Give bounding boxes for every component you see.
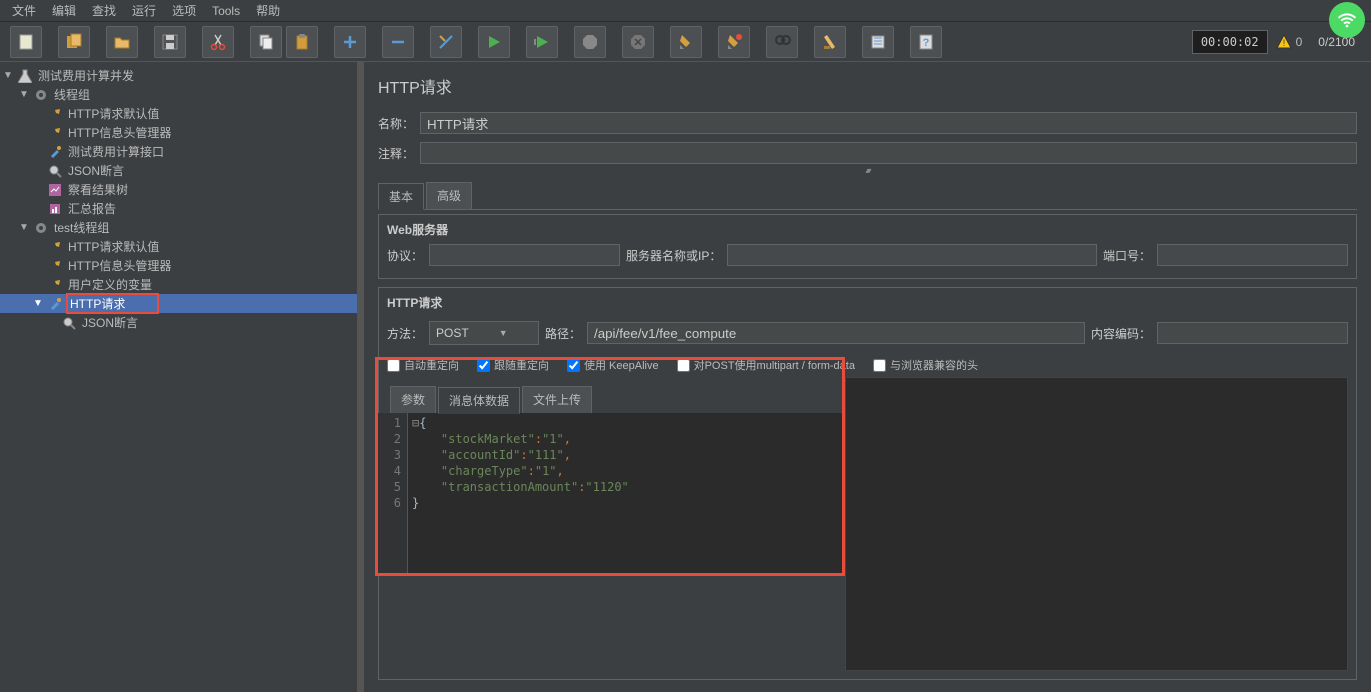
tree-thread-group-2[interactable]: test线程组	[52, 218, 111, 237]
webserver-group-title: Web服务器	[387, 221, 1348, 238]
tree-item[interactable]: 测试费用计算接口	[66, 142, 166, 161]
pipette-icon	[47, 144, 63, 160]
tree-item[interactable]: 察看结果树	[66, 180, 130, 199]
name-input[interactable]	[420, 112, 1357, 134]
wrench-icon	[47, 239, 63, 255]
menu-tools[interactable]: Tools	[204, 1, 248, 21]
wrench-icon	[47, 125, 63, 141]
toolbar: ? 00:00:02 ! 0 0/2100	[0, 22, 1371, 62]
tree-thread-group-1[interactable]: 线程组	[52, 85, 92, 104]
wifi-status-icon[interactable]	[1329, 2, 1365, 38]
magnifier-icon	[47, 163, 63, 179]
comment-label: 注释：	[378, 145, 414, 162]
tree-item[interactable]: HTTP请求默认值	[66, 237, 161, 256]
open-button[interactable]	[106, 26, 138, 58]
gear-icon	[33, 220, 49, 236]
reset-search-button[interactable]	[814, 26, 846, 58]
tree-item[interactable]: HTTP信息头管理器	[66, 256, 173, 275]
name-label: 名称：	[378, 115, 414, 132]
tab-advanced[interactable]: 高级	[426, 182, 472, 209]
tree-json-assertion[interactable]: JSON断言	[80, 313, 140, 332]
body-editor[interactable]: 123456 ⊟{ "stockMarket":"1", "accountId"…	[378, 413, 842, 573]
protocol-label: 协议：	[387, 247, 423, 264]
new-button[interactable]	[10, 26, 42, 58]
pipette-icon	[47, 296, 63, 312]
toggle-button[interactable]	[430, 26, 462, 58]
tree-item[interactable]: HTTP请求默认值	[66, 104, 161, 123]
report-icon	[47, 201, 63, 217]
warning-icon: !	[1276, 34, 1292, 50]
port-input[interactable]	[1157, 244, 1348, 266]
wrench-icon	[47, 258, 63, 274]
wrench-icon	[47, 106, 63, 122]
timer-display: 00:00:02	[1192, 30, 1268, 54]
comment-input[interactable]	[420, 142, 1357, 164]
clear-button[interactable]	[670, 26, 702, 58]
tab-parameters[interactable]: 参数	[390, 386, 436, 413]
editor-extended-area[interactable]	[845, 377, 1348, 671]
code-content[interactable]: ⊟{ "stockMarket":"1", "accountId":"111",…	[408, 413, 842, 573]
tree-http-request[interactable]: HTTP请求	[68, 296, 127, 312]
tree-item[interactable]: JSON断言	[66, 161, 126, 180]
run-button[interactable]	[478, 26, 510, 58]
gear-icon	[33, 87, 49, 103]
collapse-button[interactable]	[382, 26, 414, 58]
encoding-label: 内容编码：	[1091, 325, 1151, 342]
tab-file-upload[interactable]: 文件上传	[522, 386, 592, 413]
expand-button[interactable]	[334, 26, 366, 58]
menu-help[interactable]: 帮助	[248, 0, 288, 22]
server-input[interactable]	[727, 244, 1097, 266]
encoding-input[interactable]	[1157, 322, 1348, 344]
tree-item[interactable]: HTTP信息头管理器	[66, 123, 173, 142]
test-plan-tree[interactable]: ▼测试费用计算并发 ▼线程组 HTTP请求默认值 HTTP信息头管理器 测试费用…	[0, 62, 358, 692]
clear-all-button[interactable]	[718, 26, 750, 58]
config-panel: HTTP请求 名称： 注释： 基本 高级 Web服务器 协议： 服务器名称或IP…	[364, 62, 1371, 692]
menu-edit[interactable]: 编辑	[44, 0, 84, 22]
paste-button[interactable]	[286, 26, 318, 58]
tab-basic[interactable]: 基本	[378, 183, 424, 210]
line-gutter: 123456	[378, 413, 408, 573]
search-button[interactable]	[766, 26, 798, 58]
run-no-pause-button[interactable]	[526, 26, 558, 58]
protocol-input[interactable]	[429, 244, 620, 266]
collapse-toggle[interactable]	[372, 170, 1363, 176]
function-button[interactable]	[862, 26, 894, 58]
shutdown-button[interactable]	[622, 26, 654, 58]
tree-root[interactable]: 测试费用计算并发	[36, 66, 136, 85]
path-input[interactable]	[587, 322, 1085, 344]
menu-search[interactable]: 查找	[84, 0, 124, 22]
browser-headers-checkbox[interactable]: 与浏览器兼容的头	[873, 357, 978, 373]
tree-item[interactable]: 用户定义的变量	[66, 275, 154, 294]
path-label: 路径：	[545, 325, 581, 342]
menubar: 文件 编辑 查找 运行 选项 Tools 帮助	[0, 0, 1371, 22]
method-label: 方法：	[387, 325, 423, 342]
menu-file[interactable]: 文件	[4, 0, 44, 22]
warning-count: 0	[1296, 35, 1303, 49]
stop-button[interactable]	[574, 26, 606, 58]
svg-text:!: !	[1282, 38, 1285, 48]
help-button[interactable]: ?	[910, 26, 942, 58]
tree-item[interactable]: 汇总报告	[66, 199, 118, 218]
warning-indicator[interactable]: ! 0	[1276, 34, 1303, 50]
port-label: 端口号：	[1103, 247, 1151, 264]
panel-title: HTTP请求	[378, 74, 1363, 98]
flask-icon	[17, 68, 33, 84]
cut-button[interactable]	[202, 26, 234, 58]
svg-text:?: ?	[923, 37, 930, 49]
menu-run[interactable]: 运行	[124, 0, 164, 22]
httpreq-group-title: HTTP请求	[387, 294, 1348, 311]
save-button[interactable]	[154, 26, 186, 58]
server-label: 服务器名称或IP：	[626, 247, 721, 264]
templates-button[interactable]	[58, 26, 90, 58]
copy-button[interactable]	[250, 26, 282, 58]
chart-icon	[47, 182, 63, 198]
method-select[interactable]: POST	[429, 321, 539, 345]
tab-body-data[interactable]: 消息体数据	[438, 387, 520, 414]
wrench-icon	[47, 277, 63, 293]
menu-options[interactable]: 选项	[164, 0, 204, 22]
magnifier-icon	[61, 315, 77, 331]
